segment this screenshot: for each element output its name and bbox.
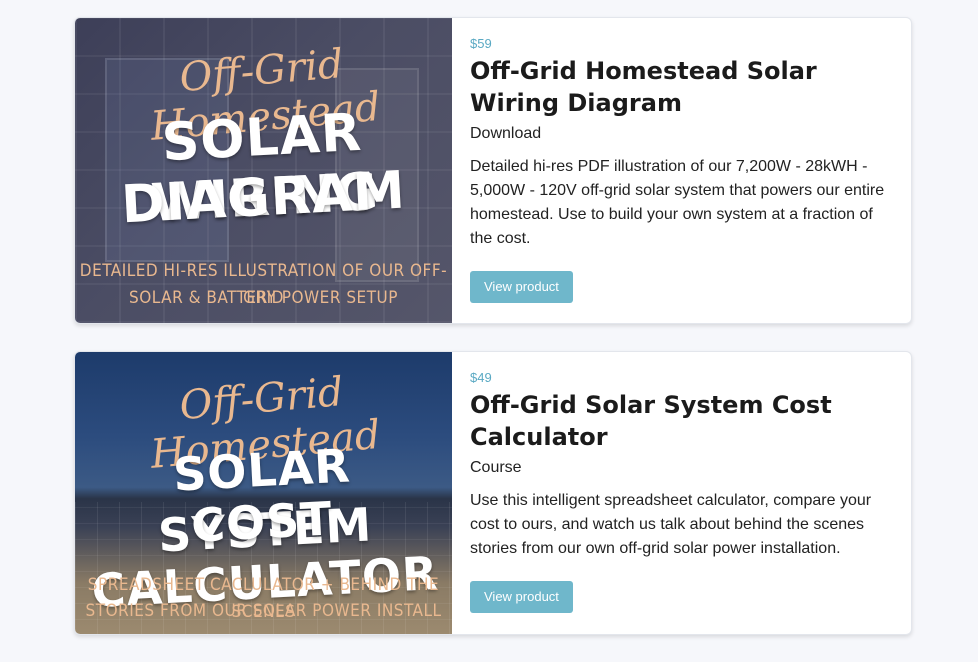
image-subtitle-line2: STORIES FROM OUR SOLAR POWER INSTALL — [85, 601, 442, 621]
product-info: $59 Off-Grid Homestead Solar Wiring Diag… — [452, 18, 911, 323]
image-subtitle-line2: SOLAR & BATTERY POWER SETUP — [129, 288, 398, 308]
product-image[interactable]: Off-Grid Homestead SOLAR WIRING DIAGRAM … — [75, 18, 452, 323]
product-price: $59 — [470, 36, 492, 51]
view-product-button[interactable]: View product — [470, 271, 573, 303]
product-card: Off-Grid Homestead SOLAR SYSTEM COST CAL… — [74, 351, 912, 635]
product-card: Off-Grid Homestead SOLAR WIRING DIAGRAM … — [74, 17, 912, 324]
product-info: $49 Off-Grid Solar System Cost Calculato… — [452, 352, 911, 634]
product-title[interactable]: Off-Grid Solar System Cost Calculator — [470, 389, 893, 453]
product-description: Use this intelligent spreadsheet calcula… — [470, 492, 872, 557]
product-type: Course — [470, 459, 522, 476]
view-product-button[interactable]: View product — [470, 581, 573, 613]
product-image[interactable]: Off-Grid Homestead SOLAR SYSTEM COST CAL… — [75, 352, 452, 634]
product-title[interactable]: Off-Grid Homestead Solar Wiring Diagram — [470, 55, 893, 119]
product-description: Detailed hi-res PDF illustration of our … — [470, 158, 885, 247]
product-type: Download — [470, 125, 542, 142]
product-price: $49 — [470, 370, 492, 385]
